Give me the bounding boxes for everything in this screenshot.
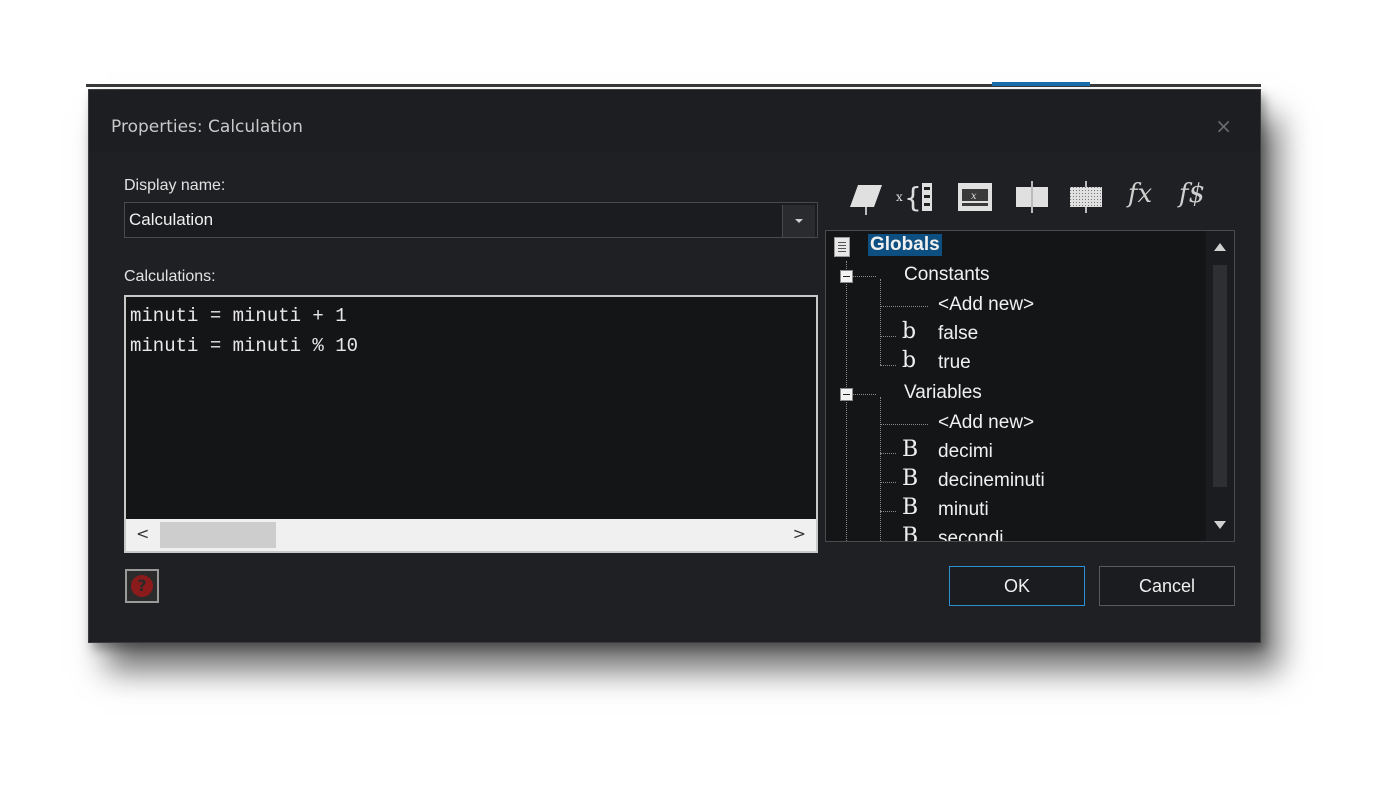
- ok-button[interactable]: OK: [949, 566, 1085, 606]
- display-name-combobox[interactable]: Calculation: [124, 202, 818, 238]
- collapse-icon[interactable]: [840, 270, 853, 283]
- backdrop-window-accent: [992, 82, 1090, 86]
- tree-connector: [880, 397, 881, 541]
- variable-icon: B: [902, 524, 919, 542]
- help-button[interactable]: ?: [125, 569, 159, 603]
- tree-connector: [880, 453, 896, 454]
- svg-text:{: {: [904, 181, 922, 214]
- svg-text:x: x: [971, 191, 977, 202]
- scrollbar-thumb[interactable]: [1213, 265, 1227, 487]
- tree-item-secondi[interactable]: secondi: [938, 528, 1004, 541]
- boolean-icon: b: [902, 319, 917, 344]
- tree-connector: [880, 424, 928, 425]
- tree-connector: [852, 394, 876, 395]
- tree-connector: [880, 336, 896, 337]
- svg-text:x: x: [896, 190, 903, 204]
- scroll-right-icon[interactable]: >: [793, 524, 806, 543]
- calculations-editor[interactable]: minuti = minuti + 1 minuti = minuti % 10…: [124, 295, 818, 553]
- variable-icon: B: [902, 437, 919, 462]
- scrollbar-thumb[interactable]: [160, 522, 276, 548]
- chevron-down-icon: [795, 219, 803, 223]
- function-icon[interactable]: fx: [1120, 179, 1160, 223]
- tree-item-add-constant[interactable]: <Add new>: [938, 294, 1034, 316]
- tree-connector: [880, 482, 896, 483]
- scroll-left-icon[interactable]: <: [136, 524, 149, 543]
- tree-item-decimi[interactable]: decimi: [938, 441, 993, 463]
- scroll-down-icon[interactable]: [1214, 521, 1226, 529]
- dialog-title: Properties: Calculation: [111, 117, 303, 137]
- vertical-scrollbar[interactable]: [1206, 231, 1234, 541]
- properties-dialog: Properties: Calculation × Display name: …: [88, 89, 1261, 643]
- scroll-up-icon[interactable]: [1214, 243, 1226, 251]
- code-line[interactable]: minuti = minuti + 1: [130, 305, 347, 327]
- tree-connector: [846, 261, 847, 541]
- help-icon: ?: [131, 575, 153, 597]
- cancel-button[interactable]: Cancel: [1099, 566, 1235, 606]
- tree-item-globals[interactable]: Globals: [868, 234, 942, 256]
- insert-toolbar: x{ x fx f$: [846, 175, 1226, 223]
- block-icon[interactable]: [1010, 175, 1050, 219]
- variable-icon: B: [902, 466, 919, 491]
- close-icon[interactable]: ×: [1215, 114, 1232, 138]
- tree-connector: [880, 306, 928, 307]
- expression-box-icon[interactable]: x: [954, 175, 994, 219]
- horizontal-scrollbar[interactable]: < >: [126, 519, 816, 551]
- tree-item-constants[interactable]: Constants: [904, 264, 990, 286]
- tree-item-variables[interactable]: Variables: [904, 382, 982, 404]
- title-bar: Properties: Calculation ×: [89, 90, 1260, 152]
- collapse-icon[interactable]: [840, 388, 853, 401]
- tree-connector: [880, 511, 896, 512]
- display-name-dropdown-button[interactable]: [782, 205, 815, 237]
- display-name-label: Display name:: [124, 177, 226, 194]
- variable-icon: B: [902, 495, 919, 520]
- tree-item-decineminuti[interactable]: decineminuti: [938, 470, 1045, 492]
- calculations-label: Calculations:: [124, 268, 216, 285]
- parallelogram-icon[interactable]: [846, 175, 886, 219]
- tree-item-true[interactable]: true: [938, 352, 971, 374]
- tree-item-add-variable[interactable]: <Add new>: [938, 412, 1034, 434]
- tree-connector: [852, 276, 876, 277]
- tree-item-minuti[interactable]: minuti: [938, 499, 989, 521]
- boolean-icon: b: [902, 348, 917, 373]
- brace-variable-icon[interactable]: x{: [896, 175, 936, 219]
- hatched-block-icon[interactable]: [1064, 175, 1104, 219]
- tree-item-false[interactable]: false: [938, 323, 978, 345]
- tree-connector: [880, 279, 881, 365]
- code-line[interactable]: minuti = minuti % 10: [130, 335, 358, 357]
- globals-icon: [834, 237, 850, 257]
- display-name-value[interactable]: Calculation: [129, 210, 213, 230]
- tree-connector: [880, 365, 896, 366]
- globals-tree[interactable]: Globals Constants <Add new> b false b tr…: [825, 230, 1235, 542]
- string-function-icon[interactable]: f$: [1172, 179, 1212, 223]
